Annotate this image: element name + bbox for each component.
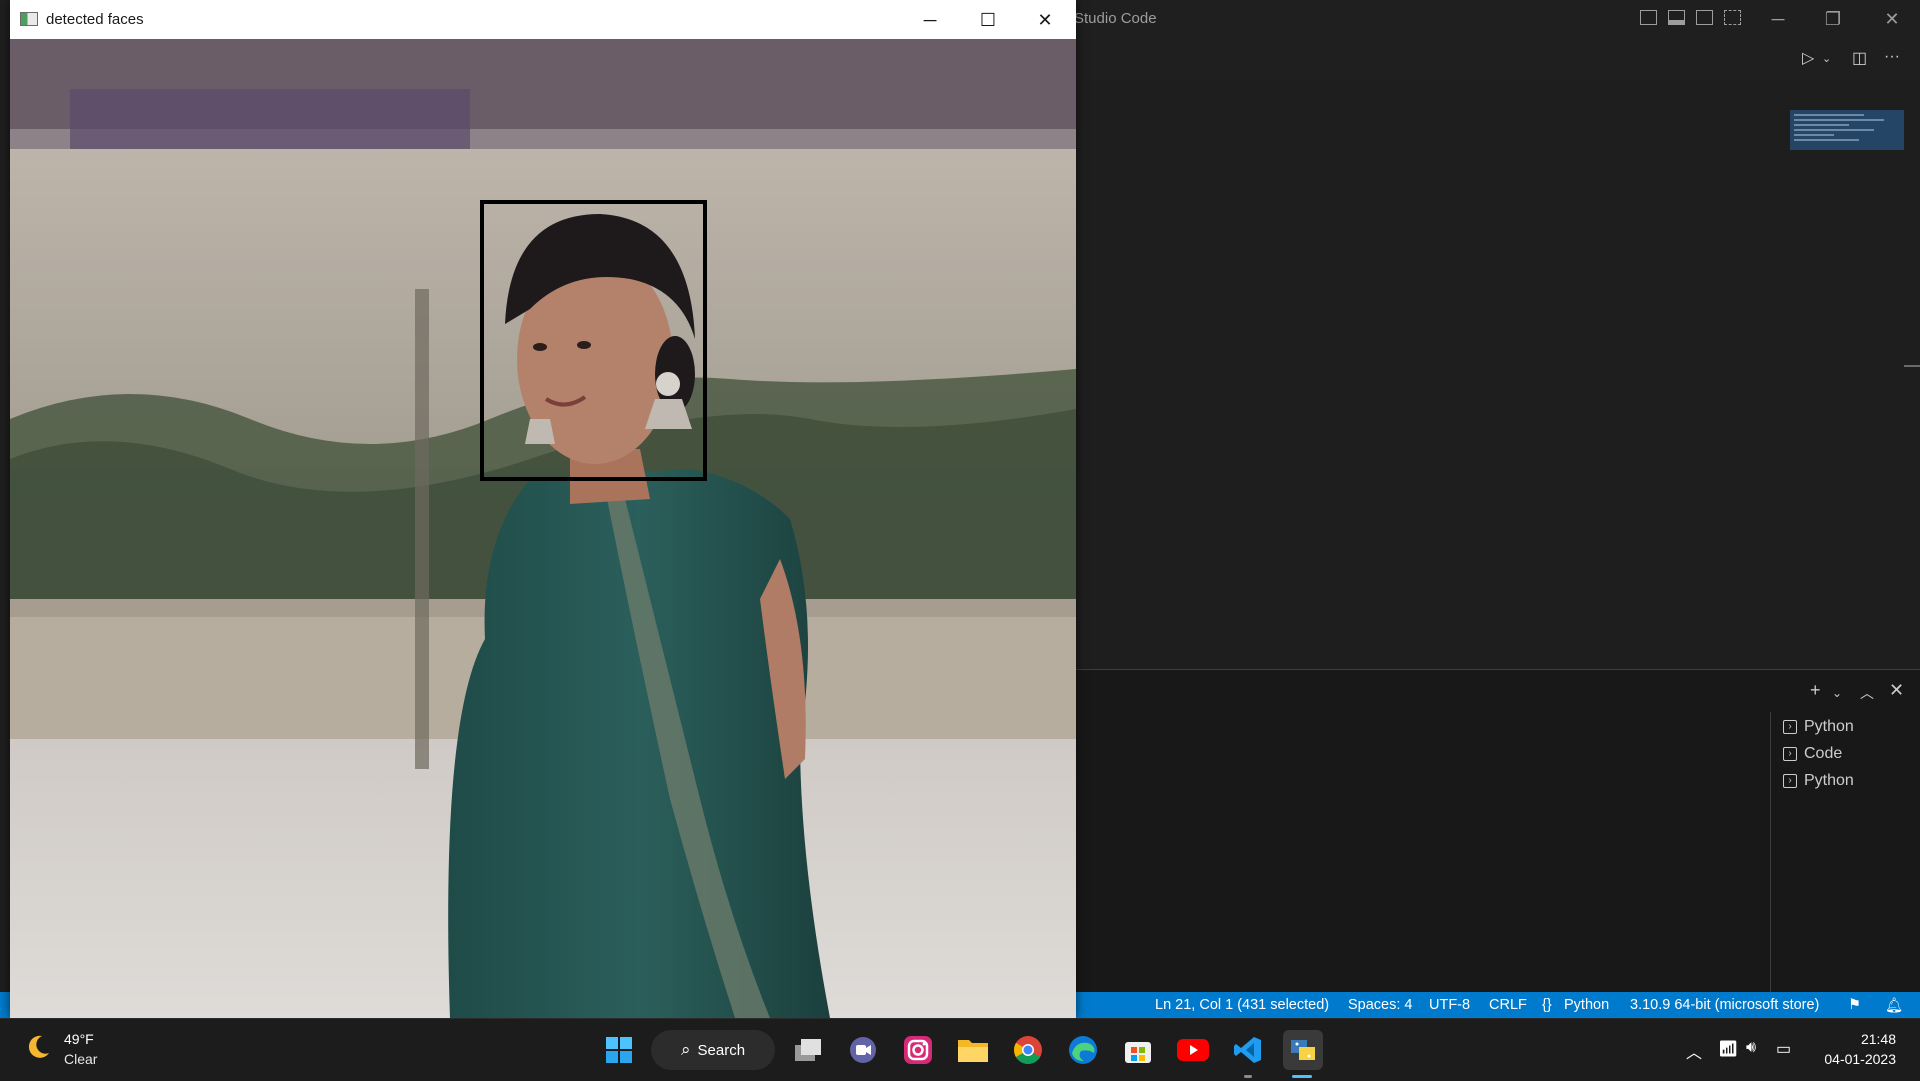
notifications-bell-icon[interactable]: 🔔︎ xyxy=(1885,997,1903,1014)
new-terminal-icon[interactable]: + xyxy=(1810,680,1821,701)
terminal-label: Python xyxy=(1804,718,1854,735)
wifi-icon[interactable]: 📶︎ xyxy=(1718,1039,1738,1059)
start-icon[interactable] xyxy=(599,1030,639,1070)
close-panel-icon[interactable]: ✕ xyxy=(1889,680,1904,701)
python-interpreter[interactable]: 3.10.9 64-bit (microsoft store) xyxy=(1630,997,1819,1013)
toggle-panel-icon[interactable] xyxy=(1668,10,1685,25)
close-icon[interactable]: ✕ xyxy=(1025,6,1065,34)
window-titlebar[interactable]: detected faces ─ ☐ ✕ xyxy=(10,0,1076,39)
terminal-icon: › xyxy=(1783,720,1797,734)
feedback-icon[interactable]: ⚑ xyxy=(1848,997,1861,1013)
chevron-down-icon[interactable]: ⌄ xyxy=(1822,52,1831,65)
language-mode[interactable]: Python xyxy=(1564,997,1609,1013)
terminal-list: › Python › Code › Python xyxy=(1770,712,1920,992)
taskbar-search[interactable]: ⌕ Search xyxy=(651,1030,775,1070)
window-title: detected faces xyxy=(46,11,144,28)
terminal-item[interactable]: › Python xyxy=(1783,770,1854,792)
volume-icon[interactable]: 🔊︎ xyxy=(1746,1039,1756,1057)
restore-icon[interactable]: ❐ xyxy=(1815,6,1851,32)
chrome-icon[interactable] xyxy=(1008,1030,1048,1070)
editor-toolbar: ▷ ⌄ ◫ ··· xyxy=(1076,38,1920,80)
windows-taskbar: 49°F Clear ⌕ Search ︿ 📶︎ 🔊︎ ▭ 21:48 04-0… xyxy=(0,1018,1920,1081)
minimap[interactable] xyxy=(1790,110,1904,150)
line-ending[interactable]: CRLF xyxy=(1489,997,1527,1013)
youtube-icon[interactable] xyxy=(1173,1030,1213,1070)
maximize-panel-icon[interactable]: ︿ xyxy=(1860,683,1874,703)
active-app-indicator xyxy=(1292,1075,1312,1078)
scrollbar-marker[interactable] xyxy=(1904,365,1920,367)
moon-icon[interactable] xyxy=(24,1033,52,1061)
terminal-item[interactable]: › Python xyxy=(1783,716,1854,738)
toggle-primary-sidebar-icon[interactable] xyxy=(1640,10,1657,25)
more-actions-icon[interactable]: ··· xyxy=(1884,48,1900,66)
terminal-label: Code xyxy=(1804,745,1843,762)
clock-date[interactable]: 04-01-2023 xyxy=(1810,1051,1896,1067)
running-indicator xyxy=(1244,1075,1252,1078)
file-explorer-icon[interactable] xyxy=(953,1030,993,1070)
detected-face-photo xyxy=(10,39,1076,1018)
show-hidden-icons-chevron-icon[interactable]: ︿ xyxy=(1686,1039,1702,1063)
terminal-label: Python xyxy=(1804,772,1854,789)
terminal-dropdown-icon[interactable]: ⌄ xyxy=(1832,686,1842,700)
encoding[interactable]: UTF-8 xyxy=(1429,997,1470,1013)
task-view-icon[interactable] xyxy=(788,1030,828,1070)
minimize-icon[interactable]: ─ xyxy=(910,6,950,34)
battery-icon[interactable]: ▭ xyxy=(1776,1039,1791,1059)
braces-icon: {} xyxy=(1542,997,1552,1013)
terminal-icon: › xyxy=(1783,774,1797,788)
app-icon xyxy=(20,12,38,26)
microsoft-store-icon[interactable] xyxy=(1118,1030,1158,1070)
clock-time[interactable]: 21:48 xyxy=(1840,1031,1896,1047)
indentation[interactable]: Spaces: 4 xyxy=(1348,997,1413,1013)
face-detection-box xyxy=(480,200,707,481)
weather-temperature[interactable]: 49°F xyxy=(64,1031,94,1047)
vscode-icon[interactable] xyxy=(1228,1030,1268,1070)
split-editor-icon[interactable]: ◫ xyxy=(1852,48,1867,68)
maximize-icon[interactable]: ☐ xyxy=(968,6,1008,34)
python-icon[interactable] xyxy=(1283,1030,1323,1070)
minimize-icon[interactable]: ─ xyxy=(1760,6,1796,32)
cursor-position[interactable]: Ln 21, Col 1 (431 selected) xyxy=(1155,997,1329,1013)
search-icon: ⌕ xyxy=(681,1040,691,1059)
terminal-item[interactable]: › Code xyxy=(1783,743,1842,765)
search-label: Search xyxy=(697,1041,746,1059)
run-icon[interactable]: ▷ xyxy=(1802,48,1814,68)
toggle-secondary-sidebar-icon[interactable] xyxy=(1696,10,1713,25)
edge-icon[interactable] xyxy=(1063,1030,1103,1070)
editor-area[interactable] xyxy=(1076,80,1920,668)
teams-chat-icon[interactable] xyxy=(843,1030,883,1070)
weather-description[interactable]: Clear xyxy=(64,1051,97,1067)
terminal-icon: › xyxy=(1783,747,1797,761)
instagram-icon[interactable] xyxy=(898,1030,938,1070)
detected-faces-window: detected faces ─ ☐ ✕ xyxy=(10,0,1076,1018)
vscode-title: Studio Code xyxy=(1074,10,1157,27)
close-icon[interactable]: ✕ xyxy=(1874,6,1910,32)
customize-layout-icon[interactable] xyxy=(1724,10,1741,25)
